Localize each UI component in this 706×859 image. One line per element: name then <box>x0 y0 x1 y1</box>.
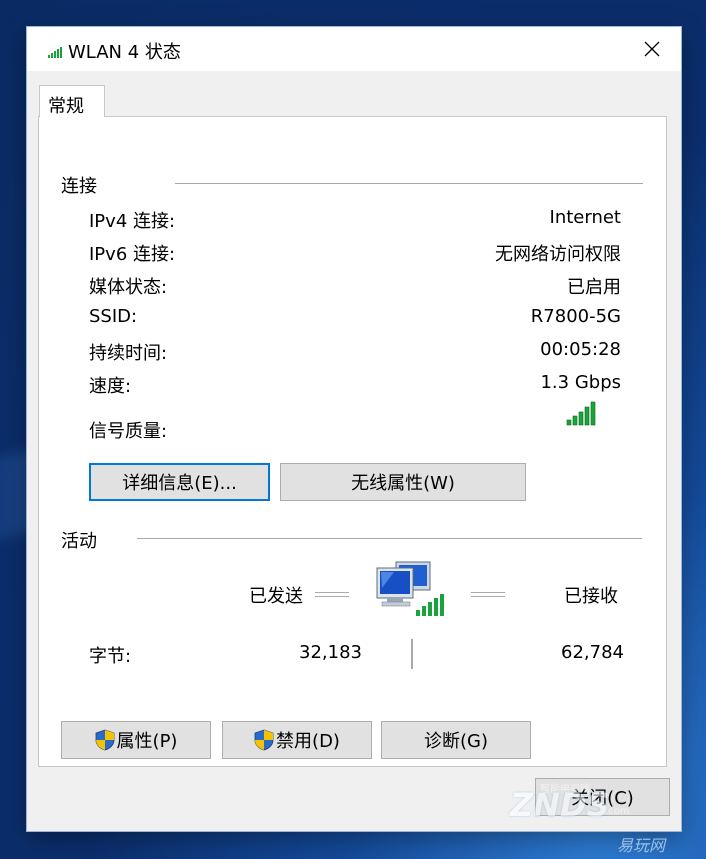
ssid-label: SSID: <box>89 306 138 327</box>
received-line <box>471 592 505 597</box>
section-divider <box>137 538 642 539</box>
uac-shield-icon <box>95 729 115 751</box>
bytes-label: 字节: <box>89 646 132 667</box>
uac-shield-icon <box>254 729 274 751</box>
wireless-properties-button[interactable]: 无线属性(W) <box>280 463 526 501</box>
tab-panel-general: 连接 IPv4 连接: Internet IPv6 连接: 无网络访问权限 媒体… <box>38 116 667 767</box>
connection-section-title: 连接 <box>61 176 97 197</box>
details-button[interactable]: 详细信息(E)... <box>89 463 270 501</box>
network-computers-icon <box>374 560 446 625</box>
properties-button-label: 属性(P) <box>116 731 178 752</box>
ipv4-value: Internet <box>549 207 621 228</box>
close-icon <box>644 41 660 57</box>
sent-line <box>315 592 349 597</box>
signal-bars-icon <box>566 400 598 431</box>
title-bar: WLAN 4 状态 <box>27 27 681 71</box>
media-state-value: 已启用 <box>567 277 621 298</box>
ipv4-label: IPv4 连接: <box>89 211 176 232</box>
bytes-sent-value: 32,183 <box>299 642 362 663</box>
disable-button[interactable]: 禁用(D) <box>222 721 372 759</box>
activity-section-title: 活动 <box>61 531 97 552</box>
window-title: WLAN 4 状态 <box>68 42 181 63</box>
section-divider <box>175 183 643 184</box>
ipv6-value: 无网络访问权限 <box>495 244 621 265</box>
properties-button[interactable]: 属性(P) <box>61 721 211 759</box>
media-state-label: 媒体状态: <box>89 277 168 298</box>
close-window-button[interactable] <box>623 27 681 71</box>
ssid-value: R7800-5G <box>530 306 621 327</box>
received-label: 已接收 <box>564 586 618 607</box>
ipv6-label: IPv6 连接: <box>89 244 176 265</box>
watermark-chinese-text: 易玩网 <box>617 836 666 855</box>
signal-quality-label: 信号质量: <box>89 421 168 442</box>
duration-label: 持续时间: <box>89 343 168 364</box>
diagnose-button[interactable]: 诊断(G) <box>381 721 531 759</box>
disable-button-label: 禁用(D) <box>276 731 340 752</box>
close-button[interactable]: 关闭(C) <box>535 778 670 816</box>
duration-value: 00:05:28 <box>540 339 621 360</box>
tab-general[interactable]: 常规 <box>39 85 105 117</box>
speed-label: 速度: <box>89 376 132 397</box>
dialog-client-area: 常规 连接 IPv4 连接: Internet IPv6 连接: 无网络访问权限… <box>27 71 681 831</box>
sent-label: 已发送 <box>249 586 303 607</box>
status-dialog: WLAN 4 状态 常规 连接 IPv4 连接: Internet IPv6 连… <box>27 27 681 831</box>
bytes-received-value: 62,784 <box>561 642 624 663</box>
bytes-divider <box>411 639 413 669</box>
speed-value: 1.3 Gbps <box>540 372 621 393</box>
wifi-signal-icon <box>48 43 62 63</box>
